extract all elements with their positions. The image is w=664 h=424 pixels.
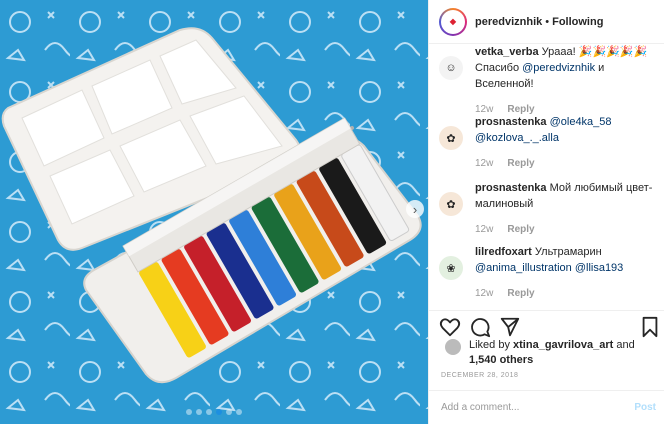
comment-age: 12w	[475, 224, 494, 235]
reply-button[interactable]: Reply	[507, 156, 534, 172]
watercolor-set-image	[0, 0, 428, 424]
commenter-username[interactable]: lilredfoxart	[475, 246, 532, 258]
liker-avatar[interactable]	[445, 339, 461, 355]
likes-and: and	[613, 339, 635, 351]
add-comment-input[interactable]: Add a comment...	[441, 402, 519, 413]
comment-mention[interactable]: @ole4ka_58	[550, 116, 612, 128]
commenter-avatar[interactable]: ✿	[439, 192, 463, 216]
comment-item: ☺ vetka_verba Урааа! 🎉🎉🎉🎉🎉 Спасибо @pere…	[439, 44, 658, 118]
comment-list[interactable]: ☺ vetka_verba Урааа! 🎉🎉🎉🎉🎉 Спасибо @pere…	[429, 44, 664, 310]
comment-emoji: 🎉🎉🎉🎉🎉	[578, 46, 648, 58]
add-comment-bar: Add a comment... Post	[429, 390, 664, 424]
author-avatar-logo: ◆	[441, 9, 465, 34]
comment-meta: 12w Reply	[475, 222, 658, 238]
carousel-dot	[236, 409, 242, 415]
commenter-username[interactable]: prosnastenka	[475, 182, 547, 194]
comment-text: vetka_verba Урааа! 🎉🎉🎉🎉🎉 Спасибо @peredv…	[475, 44, 658, 92]
comment-text-part: Урааа!	[541, 46, 579, 58]
carousel-dots	[0, 409, 428, 415]
liker-username[interactable]: xtina_gavrilova_art	[513, 339, 613, 351]
header-separator: •	[545, 15, 550, 28]
reply-button[interactable]: Reply	[507, 222, 534, 238]
heart-icon[interactable]	[439, 316, 461, 338]
comment-text-part: Ультрамарин	[534, 246, 602, 258]
likes-count[interactable]: 1,540 others	[469, 354, 533, 366]
post-sidebar: ◆ peredviznhik • Following ☺ vetka_verba…	[428, 0, 664, 424]
comment-meta: 12w Reply	[475, 156, 658, 172]
carousel-dot-active	[216, 409, 222, 415]
commenter-avatar[interactable]: ☺	[439, 56, 463, 80]
bookmark-icon[interactable]	[639, 316, 661, 338]
following-button[interactable]: Following	[552, 16, 603, 28]
comment-item: ❀ lilredfoxart Ультрамарин @anima_illust…	[439, 244, 658, 302]
comment-mention[interactable]: @kozlova_._.alla	[475, 132, 559, 144]
post-date[interactable]: DECEMBER 28, 2018	[441, 372, 518, 379]
share-icon[interactable]	[499, 316, 521, 338]
commenter-avatar[interactable]: ✿	[439, 126, 463, 150]
comment-text: lilredfoxart Ультрамарин @anima_illustra…	[475, 244, 658, 276]
post-photo[interactable]: ›	[0, 0, 428, 424]
comment-text-part: Спасибо	[475, 62, 523, 74]
carousel-dot	[226, 409, 232, 415]
comment-mention[interactable]: @peredviznhik	[522, 62, 595, 74]
comment-text: prosnastenka Мой любимый цвет- малиновый	[475, 180, 658, 212]
commenter-username[interactable]: vetka_verba	[475, 46, 539, 58]
likes-prefix: Liked by	[469, 339, 514, 351]
post-comment-button[interactable]: Post	[634, 402, 656, 413]
post-actions	[429, 310, 664, 341]
author-avatar[interactable]: ◆	[439, 7, 467, 36]
carousel-dot	[206, 409, 212, 415]
likes-summary: Liked by xtina_gavrilova_art and 1,540 o…	[445, 338, 658, 368]
comment-mention[interactable]: @llisa193	[575, 262, 623, 274]
comment-icon[interactable]	[469, 316, 491, 338]
comment-meta: 12w Reply	[475, 286, 658, 302]
commenter-avatar[interactable]: ❀	[439, 256, 463, 280]
comment-item: ✿ prosnastenka @ole4ka_58 @kozlova_._.al…	[439, 114, 658, 172]
comment-age: 12w	[475, 288, 494, 299]
carousel-dot	[196, 409, 202, 415]
comment-mention[interactable]: @anima_illustration	[475, 262, 572, 274]
author-username[interactable]: peredviznhik	[475, 16, 542, 28]
comment-text: prosnastenka @ole4ka_58 @kozlova_._.alla	[475, 114, 658, 146]
comment-age: 12w	[475, 158, 494, 169]
post-header: ◆ peredviznhik • Following	[429, 0, 664, 44]
carousel-dot	[186, 409, 192, 415]
reply-button[interactable]: Reply	[507, 286, 534, 302]
next-photo-chevron-right-icon[interactable]: ›	[406, 200, 424, 218]
comment-item: ✿ prosnastenka Мой любимый цвет- малинов…	[439, 180, 658, 238]
likes-text: Liked by xtina_gavrilova_art and 1,540 o…	[469, 338, 635, 368]
commenter-username[interactable]: prosnastenka	[475, 116, 547, 128]
